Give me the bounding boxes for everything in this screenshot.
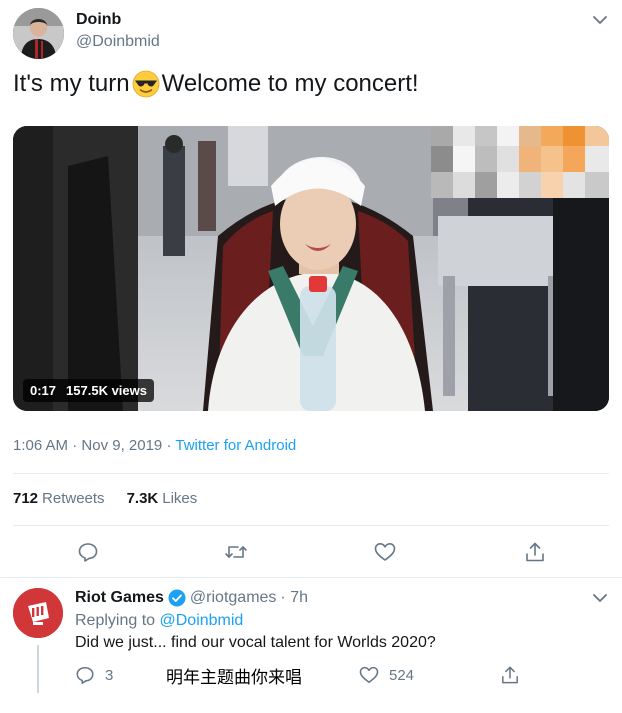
likes-stat[interactable]: 7.3K Likes: [127, 490, 198, 507]
retweets-label: Retweets: [42, 490, 105, 507]
like-icon[interactable]: [373, 540, 397, 564]
reply-like-button[interactable]: 524: [359, 664, 414, 686]
tweet-stats: 712 Retweets 7.3K Likes: [13, 490, 197, 507]
video-views: 157.5K views: [66, 383, 147, 398]
tweet-text: It's my turn Welcome to my concert!: [13, 68, 419, 100]
video-stats-badge: 0:17 157.5K views: [23, 379, 154, 402]
divider: [13, 525, 609, 526]
doinb-avatar[interactable]: [13, 8, 64, 59]
tweet-text-part-2: Welcome to my concert!: [161, 70, 419, 97]
author-name[interactable]: Doinb: [76, 11, 121, 29]
riot-games-avatar[interactable]: [13, 588, 63, 638]
reply-author-handle[interactable]: @riotgames: [190, 589, 277, 607]
likes-count: 7.3K: [126, 490, 159, 507]
replying-to-mention[interactable]: @Doinbmid: [160, 612, 244, 629]
overlay-caption: 明年主题曲你来唱: [166, 668, 302, 688]
sunglasses-emoji-icon: [132, 70, 160, 98]
reply-menu-chevron-down-icon[interactable]: [592, 590, 608, 606]
replying-to-line: Replying to @Doinbmid: [75, 612, 243, 630]
section-divider: [0, 577, 622, 578]
tweet-time[interactable]: 1:06 AM: [13, 437, 68, 454]
video-duration: 0:17: [30, 383, 57, 398]
reply-author-name[interactable]: Riot Games: [75, 589, 164, 607]
retweets-stat[interactable]: 712 Retweets: [13, 490, 105, 507]
divider: [13, 473, 609, 474]
likes-label: Likes: [162, 490, 198, 507]
like-icon: [359, 666, 379, 683]
replying-to-prefix: Replying to: [75, 612, 156, 629]
author-handle[interactable]: @Doinbmid: [76, 33, 160, 51]
reply-header: Riot Games @riotgames · 7h: [75, 589, 308, 607]
share-icon[interactable]: [523, 540, 547, 564]
tweet-date[interactable]: Nov 9, 2019: [81, 437, 162, 454]
reply-like-count: 524: [389, 666, 415, 684]
share-icon: [502, 666, 518, 684]
tweet-text-part-1: It's my turn: [13, 70, 130, 97]
reply-icon: [76, 666, 94, 684]
reply-age[interactable]: · 7h: [280, 589, 308, 607]
retweets-count: 712: [13, 490, 39, 507]
tweet-menu-chevron-down-icon[interactable]: [592, 12, 608, 28]
reply-reply-button[interactable]: 3: [75, 664, 113, 686]
meta-separator: ·: [72, 437, 78, 454]
retweet-icon[interactable]: [224, 540, 248, 564]
reply-reply-count: 3: [105, 666, 114, 684]
thread-line: [37, 645, 39, 693]
verified-badge-icon: [168, 589, 186, 607]
tweet-timestamp-line: 1:06 AM · Nov 9, 2019 · Twitter for Andr…: [13, 437, 296, 454]
tweet-source-link[interactable]: Twitter for Android: [175, 437, 296, 454]
reply-share-button[interactable]: [501, 664, 519, 686]
tweet-page: Doinb @Doinbmid It's my turn Welcome to …: [0, 0, 622, 713]
meta-separator: ·: [166, 437, 172, 454]
reply-icon[interactable]: [76, 540, 100, 564]
video-player[interactable]: 0:17 157.5K views: [13, 126, 609, 411]
reply-text: Did we just... find our vocal talent for…: [75, 634, 436, 651]
